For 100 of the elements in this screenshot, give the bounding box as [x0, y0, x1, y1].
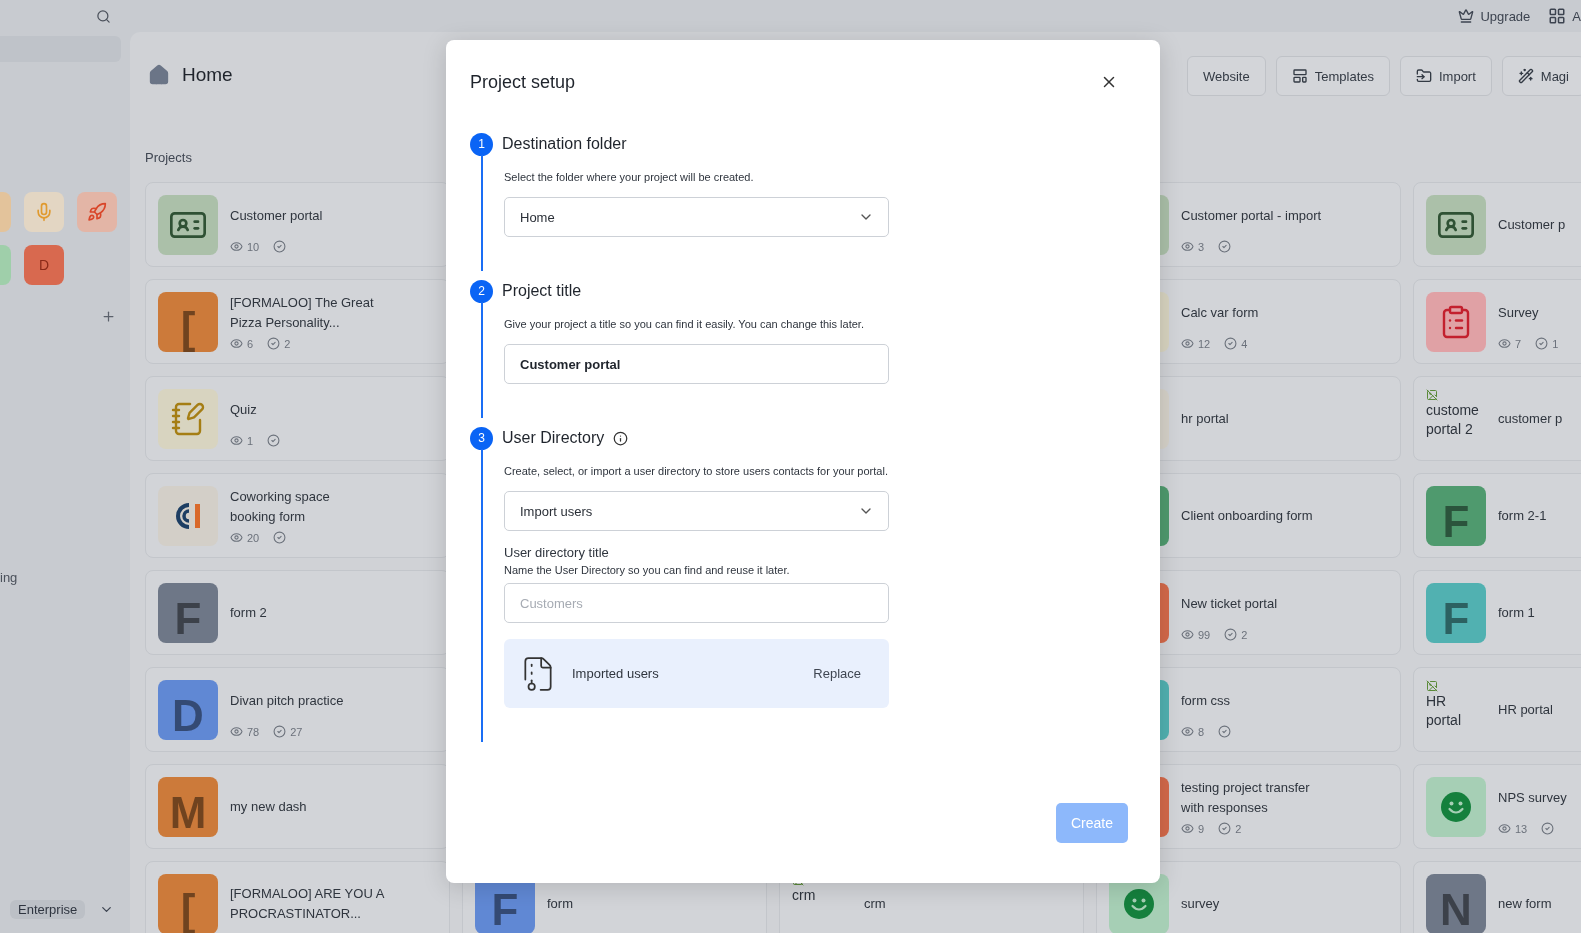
view-count: 12 [1181, 337, 1211, 350]
project-card[interactable]: Survey 7 1 [1413, 279, 1581, 364]
dropdown-select[interactable]: Import users [504, 491, 889, 531]
project-title: survey [1181, 894, 1220, 913]
view-count: 9 [1181, 822, 1205, 835]
project-title: Customer portal [230, 206, 323, 225]
app-tile[interactable] [24, 192, 64, 232]
response-count [1218, 240, 1232, 253]
project-thumbnail: M [158, 776, 218, 837]
import-icon [1415, 68, 1432, 84]
project-title: form css [1181, 691, 1232, 710]
replace-link[interactable]: Replace [813, 666, 861, 681]
microphone-icon [34, 202, 54, 222]
step-title: Destination folder [502, 135, 627, 153]
project-card[interactable]: custome portal 2 customer p [1413, 376, 1581, 461]
project-title: customer p [1498, 409, 1563, 428]
project-card[interactable]: HR portal HR portal [1413, 667, 1581, 752]
project-title: Quiz [230, 400, 258, 419]
project-card[interactable]: N new form [1413, 861, 1581, 933]
rocket-icon [87, 202, 107, 222]
templates-icon [1291, 68, 1308, 84]
file-name: Imported users [572, 666, 660, 681]
project-title: testing project transfer with responses [1181, 778, 1310, 817]
broken-image-icon [1426, 679, 1438, 692]
view-count: 78 [230, 725, 260, 738]
project-title: hr portal [1181, 409, 1229, 428]
plan-badge: Enterprise [10, 900, 86, 919]
project-thumbnail: F [1426, 582, 1486, 643]
search-icon[interactable] [96, 8, 111, 24]
magic-wand-icon [1517, 68, 1534, 84]
step-number: 1 [470, 132, 493, 156]
project-title: Customer p [1498, 215, 1566, 234]
response-count: 2 [267, 337, 291, 350]
response-count [273, 531, 287, 544]
project-title: crm [864, 894, 886, 913]
project-title: HR portal [1498, 700, 1553, 719]
project-title: [FORMALOO] ARE YOU A PROCRASTINATOR... [230, 884, 385, 923]
image-alt-text: custome portal 2 [1426, 400, 1480, 439]
view-count: 99 [1181, 628, 1211, 641]
view-count: 1 [230, 434, 254, 447]
project-title: Customer portal - import [1181, 206, 1322, 225]
project-title: form 2 [230, 603, 267, 622]
image-alt-text: HR portal [1426, 691, 1463, 730]
dialog-title: Project setup [470, 71, 576, 93]
project-thumbnail: [ [158, 291, 218, 352]
top-bar-link[interactable]: A [1548, 7, 1581, 25]
project-title: new form [1498, 894, 1552, 913]
step-description: Create, select, or import a user directory to store users contacts for your portal. [504, 464, 889, 479]
step-title: User Directory [502, 429, 605, 447]
sidebar-label[interactable]: ing [0, 570, 130, 585]
project-card[interactable]: Customer p [1413, 182, 1581, 267]
page-title: Home [182, 64, 233, 86]
project-title: [FORMALOO] The Great Pizza Personality... [230, 293, 374, 332]
response-count [273, 240, 287, 253]
dropdown-select[interactable]: Home [504, 197, 889, 237]
view-count: 6 [230, 337, 254, 350]
project-card[interactable]: NPS survey 13 [1413, 764, 1581, 849]
project-thumbnail: N [1426, 873, 1486, 933]
info-icon[interactable] [613, 430, 629, 446]
toolbar-button[interactable]: Templates [1275, 56, 1390, 96]
project-thumbnail: F [158, 582, 218, 643]
step-number: 2 [470, 279, 493, 303]
project-card[interactable]: survey [1096, 861, 1401, 933]
app-tile[interactable] [77, 192, 117, 232]
response-count [1218, 725, 1232, 738]
project-title: New ticket portal [1181, 594, 1278, 613]
notepad-icon [170, 400, 206, 437]
response-count: 1 [1535, 337, 1559, 350]
project-title: form 1 [1498, 603, 1535, 622]
project-title: form [547, 894, 573, 913]
project-title: Client onboarding form [1181, 506, 1313, 525]
project-card[interactable]: F form 2-1 [1413, 473, 1581, 558]
project-title: my new dash [230, 797, 307, 816]
add-button[interactable] [101, 309, 116, 324]
toolbar-button[interactable]: Magi [1501, 56, 1581, 96]
project-title: Coworking space booking form [230, 487, 330, 526]
project-title: Calc var form [1181, 303, 1259, 322]
image-alt-text: crm [792, 885, 817, 905]
field-hint: Name the User Directory so you can find and reuse it later. [504, 564, 791, 576]
project-thumbnail: F [1426, 485, 1486, 546]
directory-title-input[interactable]: Customers [504, 583, 889, 623]
step-description: Give your project a title so you can find it easily. You can change this later. [504, 317, 865, 332]
step-number: 3 [470, 426, 493, 450]
response-count [1541, 822, 1555, 835]
smiley-icon [1124, 888, 1154, 919]
title-input[interactable]: Customer portal [504, 344, 889, 384]
project-title: Survey [1498, 303, 1540, 322]
grid-icon [1548, 7, 1567, 25]
field-label: User directory title [504, 545, 610, 560]
toolbar-button[interactable]: Import [1399, 56, 1492, 96]
smiley-icon [1441, 791, 1471, 822]
top-bar-link[interactable]: Upgrade [1458, 8, 1531, 24]
project-card[interactable]: F form 1 [1413, 570, 1581, 655]
response-count: 27 [273, 725, 303, 738]
step-description: Select the folder where your project will be created. [504, 170, 755, 185]
crown-icon [1458, 8, 1475, 24]
response-count: 4 [1224, 337, 1248, 350]
project-title: Divan pitch practice [230, 691, 344, 710]
view-count: 7 [1498, 337, 1522, 350]
toolbar-button[interactable]: Website [1187, 56, 1266, 96]
